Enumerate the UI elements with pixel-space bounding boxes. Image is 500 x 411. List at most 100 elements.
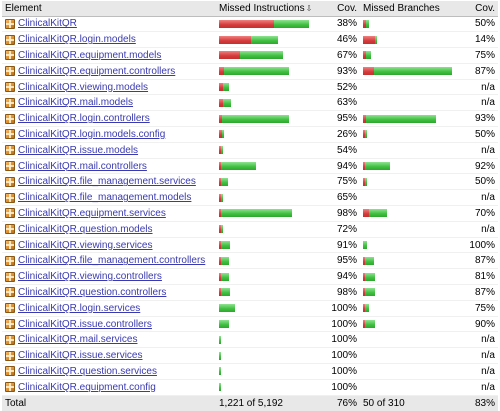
package-link[interactable]: ClinicalKitQR.login.services — [18, 303, 140, 314]
element-cell: ClinicalKitQR.question.services — [2, 363, 216, 380]
missed-instructions-bar — [219, 19, 317, 28]
missed-instructions-cell — [216, 363, 320, 380]
package-link[interactable]: ClinicalKitQR.issue.services — [18, 350, 142, 361]
instructions-coverage: 100% — [320, 331, 360, 349]
package-link[interactable]: ClinicalKitQR.viewing.models — [18, 82, 148, 93]
package-link[interactable]: ClinicalKitQR.question.services — [18, 366, 157, 377]
missed-instructions-cell — [216, 126, 320, 143]
covered-segment — [224, 67, 289, 76]
missed-branches-cell — [360, 284, 456, 301]
total-instructions-coverage: 76% — [320, 394, 360, 411]
coverage-rows: ClinicalKitQR 38% 50% ClinicalKitQR.login.m… — [2, 16, 498, 396]
branches-coverage: 50% — [456, 16, 498, 33]
header-missed-instructions[interactable]: Missed Instructions⇩ — [216, 1, 320, 17]
package-link[interactable]: ClinicalKitQR.login.models.config — [18, 129, 165, 140]
package-link[interactable]: ClinicalKitQR.viewing.services — [18, 240, 152, 251]
covered-segment — [240, 51, 283, 60]
covered-segment — [365, 256, 374, 265]
package-icon — [5, 113, 15, 124]
table-row: ClinicalKitQR.equipment.config 100% n/a — [2, 379, 498, 396]
table-row: ClinicalKitQR.question.controllers 98% 87% — [2, 284, 498, 301]
covered-segment — [374, 67, 452, 76]
missed-instructions-cell — [216, 316, 320, 333]
covered-segment — [219, 335, 221, 344]
total-missed-instructions: 1,221 of 5,192 — [216, 394, 320, 411]
package-link[interactable]: ClinicalKitQR.file_management.controller… — [18, 255, 205, 266]
missed-instructions-bar — [219, 335, 317, 344]
package-link[interactable]: ClinicalKitQR.question.models — [18, 224, 153, 235]
total-row: Total 1,221 of 5,192 76% 50 of 310 83% — [2, 394, 498, 411]
header-instructions-coverage[interactable]: Cov. — [320, 1, 360, 17]
package-link[interactable]: ClinicalKitQR.login.controllers — [18, 113, 150, 124]
missed-instructions-bar — [219, 256, 317, 265]
package-icon — [5, 255, 15, 266]
covered-segment — [366, 51, 371, 60]
package-link[interactable]: ClinicalKitQR.issue.controllers — [18, 319, 152, 330]
package-link[interactable]: ClinicalKitQR.equipment.config — [18, 382, 156, 393]
branches-coverage: n/a — [456, 379, 498, 396]
instructions-coverage: 100% — [320, 316, 360, 333]
missed-branches-bar — [363, 256, 453, 265]
package-icon — [5, 319, 15, 330]
header-missed-branches[interactable]: Missed Branches — [360, 1, 456, 17]
branches-coverage: n/a — [456, 331, 498, 349]
instructions-coverage: 75% — [320, 173, 360, 191]
element-cell: ClinicalKitQR.login.models — [2, 31, 216, 49]
package-link[interactable]: ClinicalKitQR.equipment.services — [18, 208, 166, 219]
element-cell: ClinicalKitQR.login.models.config — [2, 126, 216, 143]
branches-coverage: 100% — [456, 237, 498, 254]
instructions-coverage: 67% — [320, 47, 360, 64]
covered-segment — [363, 241, 367, 250]
instructions-coverage: 100% — [320, 379, 360, 396]
header-element-label: Element — [5, 2, 42, 14]
branches-coverage: n/a — [456, 347, 498, 365]
package-link[interactable]: ClinicalKitQR.mail.models — [18, 97, 133, 108]
package-link[interactable]: ClinicalKitQR.file_management.services — [18, 176, 196, 187]
covered-segment — [223, 98, 231, 107]
package-link[interactable]: ClinicalKitQR.equipment.models — [18, 50, 161, 61]
header-branches-coverage[interactable]: Cov. — [456, 1, 498, 17]
covered-segment — [274, 19, 309, 28]
missed-branches-bar — [363, 320, 453, 329]
missed-instructions-bar — [219, 114, 317, 123]
instructions-coverage: 100% — [320, 363, 360, 380]
header-missed-branches-label: Missed Branches — [363, 2, 440, 14]
package-link[interactable]: ClinicalKitQR.mail.controllers — [18, 161, 147, 172]
instructions-coverage: 94% — [320, 158, 360, 175]
missed-instructions-cell — [216, 158, 320, 175]
header-missed-instructions-label: Missed Instructions — [219, 2, 305, 14]
sort-down-icon: ⇩ — [305, 3, 313, 13]
package-link[interactable]: ClinicalKitQR.login.models — [18, 34, 136, 45]
package-link[interactable]: ClinicalKitQR.mail.services — [18, 334, 137, 345]
missed-branches-cell — [360, 16, 456, 33]
table-row: ClinicalKitQR.equipment.models 67% 75% — [2, 47, 498, 64]
branches-coverage: 87% — [456, 252, 498, 270]
missed-branches-cell — [360, 110, 456, 128]
package-icon — [5, 240, 15, 251]
missed-instructions-cell — [216, 63, 320, 80]
branches-coverage: 75% — [456, 300, 498, 317]
instructions-coverage: 65% — [320, 189, 360, 207]
element-cell: ClinicalKitQR.equipment.controllers — [2, 63, 216, 80]
package-link[interactable]: ClinicalKitQR.viewing.controllers — [18, 271, 162, 282]
element-cell: ClinicalKitQR.viewing.controllers — [2, 268, 216, 286]
branches-coverage: n/a — [456, 79, 498, 96]
package-icon — [5, 34, 15, 45]
covered-segment — [221, 288, 230, 297]
package-link[interactable]: ClinicalKitQR.equipment.controllers — [18, 66, 175, 77]
covered-segment — [219, 320, 229, 329]
element-cell: ClinicalKitQR — [2, 16, 216, 33]
missed-instructions-bar — [219, 225, 317, 234]
package-link[interactable]: ClinicalKitQR — [18, 18, 77, 29]
element-cell: ClinicalKitQR.mail.controllers — [2, 158, 216, 175]
header-element[interactable]: Element — [2, 1, 216, 17]
package-link[interactable]: ClinicalKitQR.file_management.models — [18, 192, 191, 203]
missed-branches-cell — [360, 158, 456, 175]
package-link[interactable]: ClinicalKitQR.question.controllers — [18, 287, 166, 298]
missed-branches-bar — [363, 35, 453, 44]
covered-segment — [222, 130, 224, 139]
element-cell: ClinicalKitQR.mail.models — [2, 94, 216, 112]
covered-segment — [365, 304, 369, 313]
missed-branches-bar — [363, 336, 453, 344]
package-link[interactable]: ClinicalKitQR.issue.models — [18, 145, 138, 156]
